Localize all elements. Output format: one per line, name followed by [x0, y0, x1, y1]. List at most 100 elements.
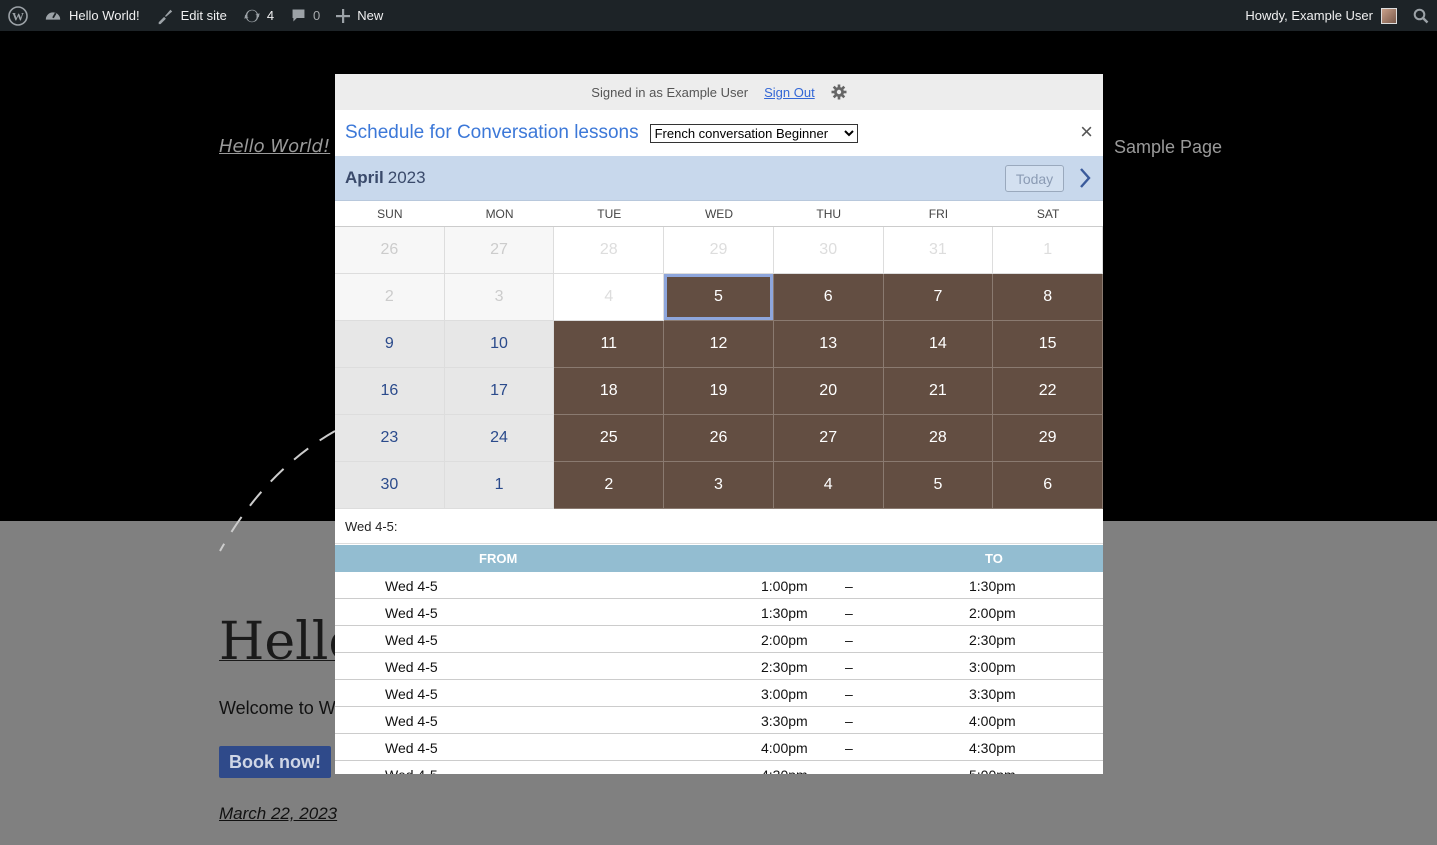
time-slot-row[interactable]: Wed 4-5 1:00pm – 1:30pm [335, 572, 1103, 599]
modal-header: Schedule for Conversation lessons French… [335, 110, 1103, 156]
slot-day: Wed 4-5 [385, 632, 438, 648]
calendar-day: 2 [335, 274, 445, 321]
calendar-grid: 26 27 28 29 30 31 1 2 3 4 5 6 7 8 9 10 11 12 13 14 15 16 17 18 1… [335, 227, 1103, 509]
slots-header: FROM TO [335, 545, 1103, 572]
calendar-day[interactable]: 8 [993, 274, 1103, 321]
calendar-day: 1 [444, 462, 555, 509]
to-column-header: TO [985, 551, 1003, 566]
slot-sep: – [845, 740, 853, 756]
slot-sep: – [845, 767, 853, 774]
book-now-button[interactable]: Book now! [219, 746, 331, 778]
slot-to: 3:30pm [969, 686, 1016, 702]
calendar-day[interactable]: 28 [883, 415, 994, 462]
slot-from: 1:30pm [761, 605, 808, 621]
calendar-day[interactable]: 5 [883, 462, 994, 509]
site-name-link[interactable]: Hello World! [36, 0, 148, 31]
time-slot-row[interactable]: Wed 4-5 3:30pm – 4:00pm [335, 707, 1103, 734]
my-account-link[interactable]: Howdy, Example User [1237, 0, 1405, 31]
calendar-day[interactable]: 26 [664, 415, 774, 462]
calendar-day[interactable]: 3 [664, 462, 774, 509]
time-slot-row[interactable]: Wed 4-5 4:30pm – 5:00pm [335, 761, 1103, 774]
month-navigation: April 2023 Today [335, 156, 1103, 201]
plus-icon [336, 8, 351, 23]
calendar-day[interactable]: 15 [993, 321, 1103, 368]
comments-link[interactable]: 0 [282, 0, 328, 31]
slot-to: 3:00pm [969, 659, 1016, 675]
calendar-day[interactable]: 6 [993, 462, 1103, 509]
slot-sep: – [845, 578, 853, 594]
slot-from: 3:30pm [761, 713, 808, 729]
site-title-link[interactable]: Hello World! [219, 136, 330, 157]
search-button[interactable] [1405, 0, 1437, 31]
next-month-button[interactable] [1079, 167, 1091, 194]
time-slot-row[interactable]: Wed 4-5 1:30pm – 2:00pm [335, 599, 1103, 626]
calendar-day: 9 [335, 321, 445, 368]
sign-out-link[interactable]: Sign Out [764, 85, 815, 100]
slot-to: 1:30pm [969, 578, 1016, 594]
calendar-day: 3 [444, 274, 555, 321]
calendar-day[interactable]: 25 [554, 415, 665, 462]
calendar-day[interactable]: 21 [883, 368, 994, 415]
calendar-day[interactable]: 5 [664, 274, 774, 321]
slot-sep: – [845, 659, 853, 675]
edit-site-link[interactable]: Edit site [148, 0, 235, 31]
time-slots: FROM TO Wed 4-5 1:00pm – 1:30pm Wed 4-5 1:30p… [335, 545, 1103, 774]
calendar-day[interactable]: 27 [773, 415, 884, 462]
calendar-day[interactable]: 19 [664, 368, 774, 415]
slot-list: Wed 4-5 1:00pm – 1:30pm Wed 4-5 1:30pm – 2:00pm… [335, 572, 1103, 774]
slot-to: 4:30pm [969, 740, 1016, 756]
calendar-day[interactable]: 22 [993, 368, 1103, 415]
slot-from: 4:00pm [761, 740, 808, 756]
slot-day: Wed 4-5 [385, 578, 438, 594]
slot-day: Wed 4-5 [385, 713, 438, 729]
slot-day: Wed 4-5 [385, 767, 438, 774]
slot-from: 1:00pm [761, 578, 808, 594]
site-name-label: Hello World! [69, 8, 140, 23]
from-column-header: FROM [479, 551, 518, 566]
calendar-day[interactable]: 18 [554, 368, 665, 415]
comments-count: 0 [313, 8, 321, 23]
calendar-day: 16 [335, 368, 445, 415]
decorative-dashed-arc [219, 430, 336, 552]
course-select[interactable]: French conversation Beginner [649, 123, 858, 143]
calendar-day[interactable]: 7 [883, 274, 994, 321]
time-slot-row[interactable]: Wed 4-5 4:00pm – 4:30pm [335, 734, 1103, 761]
close-icon[interactable]: × [1080, 121, 1093, 143]
settings-button[interactable] [831, 84, 847, 100]
slot-to: 5:00pm [969, 767, 1016, 774]
post-date-link[interactable]: March 22, 2023 [219, 804, 337, 824]
nav-item-sample-page[interactable]: Sample Page [1114, 137, 1222, 158]
calendar-day[interactable]: 4 [773, 462, 884, 509]
slot-to: 2:00pm [969, 605, 1016, 621]
month-label: April [345, 168, 384, 187]
calendar-day[interactable]: 29 [993, 415, 1103, 462]
weekday-thu: THU [816, 206, 842, 221]
calendar-day[interactable]: 14 [883, 321, 994, 368]
calendar-day[interactable]: 12 [664, 321, 774, 368]
brush-icon [158, 9, 172, 24]
today-button[interactable]: Today [1005, 165, 1064, 192]
calendar-day: 1 [993, 227, 1103, 274]
schedule-title: Schedule for Conversation lessons [345, 122, 639, 143]
updates-link[interactable]: 4 [235, 0, 282, 31]
calendar-day[interactable]: 11 [554, 321, 665, 368]
comment-icon [292, 9, 305, 22]
calendar-day[interactable]: 2 [554, 462, 665, 509]
calendar-day: 10 [444, 321, 555, 368]
avatar [1381, 7, 1397, 24]
time-slot-row[interactable]: Wed 4-5 2:00pm – 2:30pm [335, 626, 1103, 653]
time-slot-row[interactable]: Wed 4-5 2:30pm – 3:00pm [335, 653, 1103, 680]
chevron-right-icon [1080, 168, 1091, 188]
booking-modal: Signed in as Example User Sign Out Sched… [335, 74, 1103, 774]
new-content-link[interactable]: New [328, 0, 391, 31]
calendar-day: 23 [335, 415, 445, 462]
wordpress-logo-icon[interactable]: W [0, 0, 36, 31]
slot-sep: – [845, 713, 853, 729]
calendar-day[interactable]: 6 [773, 274, 884, 321]
time-slot-row[interactable]: Wed 4-5 3:00pm – 3:30pm [335, 680, 1103, 707]
calendar-day[interactable]: 20 [773, 368, 884, 415]
slot-from: 3:00pm [761, 686, 808, 702]
calendar-day[interactable]: 13 [773, 321, 884, 368]
calendar-day: 30 [773, 227, 884, 274]
slot-from: 4:30pm [761, 767, 808, 774]
